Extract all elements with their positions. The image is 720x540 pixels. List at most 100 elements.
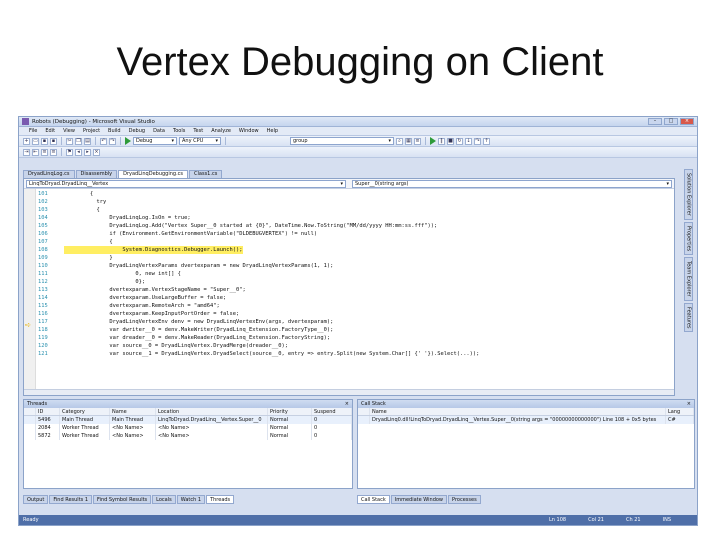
properties-icon[interactable]: ≡	[414, 137, 421, 145]
code-editor[interactable]: LinqToDryad.DryadLinq__Vertex ▾ Super__0(…	[23, 178, 675, 396]
code-line[interactable]: 102 try	[38, 198, 674, 206]
column-header[interactable]: Location	[156, 408, 268, 415]
continue-icon[interactable]	[430, 137, 436, 145]
close-button[interactable]: ×	[680, 118, 694, 125]
tab-disassembly[interactable]: Disassembly	[75, 170, 118, 178]
column-header[interactable]: ID	[36, 408, 60, 415]
step-over-icon[interactable]: ↷	[474, 137, 481, 145]
table-row[interactable]: 2084 Worker Thread <No Name> <No Name> Norma…	[24, 424, 352, 432]
code-line[interactable]: 101 {	[38, 190, 674, 198]
column-header[interactable]	[358, 408, 370, 415]
tab-watch-1[interactable]: Watch 1	[176, 495, 206, 504]
code-line[interactable]: 107 {	[38, 238, 674, 246]
code-line[interactable]: 110 DryadLinqVertexParams dvertexparam =…	[38, 262, 674, 270]
copy-icon[interactable]: ❐	[75, 137, 82, 145]
tab-properties[interactable]: Properties	[683, 221, 693, 256]
tab-output[interactable]: Output	[23, 495, 49, 504]
member-combo[interactable]: Super__0(string args) ▾	[352, 180, 672, 188]
tab-team-explorer[interactable]: Team Explorer	[683, 257, 693, 301]
tab-find-symbol-results[interactable]: Find Symbol Results	[93, 495, 152, 504]
step-out-icon[interactable]: ↑	[483, 137, 490, 145]
code-line[interactable]: 105 DryadLinqLog.Add("Vertex Super__0 st…	[38, 222, 674, 230]
cut-icon[interactable]: ✂	[66, 137, 73, 145]
break-all-icon[interactable]: ‖	[438, 137, 445, 145]
code-line[interactable]: 109 }	[38, 254, 674, 262]
menu-analyze[interactable]: Analyze	[211, 128, 231, 134]
menu-window[interactable]: Window	[239, 128, 259, 134]
code-line[interactable]: 111 0, new int[] {	[38, 270, 674, 278]
paste-icon[interactable]: ▤	[84, 137, 91, 145]
menu-data[interactable]: Data	[153, 128, 165, 134]
code-line[interactable]: 119 var dreader__0 = denv.MakeReader(Dry…	[38, 334, 674, 342]
redo-icon[interactable]: ↷	[109, 137, 116, 145]
code-line[interactable]: 112 0};	[38, 278, 674, 286]
code-line[interactable]: 117 DryadLinqVertexEnv denv = new DryadL…	[38, 318, 674, 326]
code-line[interactable]: 103 {	[38, 206, 674, 214]
tab-features[interactable]: Features	[683, 302, 693, 333]
tab-immediate-window[interactable]: Immediate Window	[390, 495, 448, 504]
minimize-button[interactable]: –	[648, 118, 662, 125]
indent-icon[interactable]: ⇥	[23, 148, 30, 156]
column-header[interactable]: Priority	[268, 408, 312, 415]
code-line[interactable]: 116 dvertexparam.KeepInputPortOrder = fa…	[38, 310, 674, 318]
column-header[interactable]: Category	[60, 408, 110, 415]
column-header[interactable]: Lang	[666, 408, 694, 415]
close-icon[interactable]: ×	[687, 400, 691, 408]
outdent-icon[interactable]: ⇤	[32, 148, 39, 156]
code-line[interactable]: 108 System.Diagnostics.Debugger.Launch()…	[38, 246, 674, 254]
save-all-icon[interactable]: ▪	[50, 137, 57, 145]
uncomment-icon[interactable]: ≡	[50, 148, 57, 156]
solution-explorer-icon[interactable]: ▦	[405, 137, 412, 145]
table-row[interactable]: 5496 Main Thread Main Thread LinqToDryad.Dr…	[24, 416, 352, 424]
tab-threads[interactable]: Threads	[206, 495, 235, 504]
find-combo[interactable]: group ▾	[290, 137, 394, 145]
menu-build[interactable]: Build	[108, 128, 121, 134]
menu-edit[interactable]: Edit	[45, 128, 55, 134]
column-header[interactable]	[24, 408, 36, 415]
bookmark-icon[interactable]: ⚑	[66, 148, 73, 156]
save-icon[interactable]: ▪	[41, 137, 48, 145]
tab-call-stack[interactable]: Call Stack	[357, 495, 390, 504]
start-debugging-icon[interactable]	[125, 137, 131, 145]
restart-icon[interactable]: ↻	[456, 137, 463, 145]
undo-icon[interactable]: ↶	[100, 137, 107, 145]
horizontal-scrollbar[interactable]	[24, 389, 674, 395]
tab-processes[interactable]: Processes	[448, 495, 481, 504]
menu-help[interactable]: Help	[267, 128, 278, 134]
menu-project[interactable]: Project	[83, 128, 100, 134]
code-line[interactable]: 113 dvertexparam.VertexStageName = "Supe…	[38, 286, 674, 294]
column-header[interactable]: Suspend	[312, 408, 352, 415]
table-row[interactable]: 5872 Worker Thread <No Name> <No Name> Norma…	[24, 432, 352, 440]
menu-file[interactable]: File	[29, 128, 37, 134]
table-row[interactable]: DryadLinq0.dll!LinqToDryad.DryadLinq__Ve…	[358, 416, 694, 424]
indicator-margin[interactable]	[24, 189, 36, 395]
column-header[interactable]: Name	[110, 408, 156, 415]
close-icon[interactable]: ×	[345, 400, 349, 408]
comment-icon[interactable]: ≡	[41, 148, 48, 156]
find-in-files-icon[interactable]: ⌕	[396, 137, 403, 145]
open-icon[interactable]: ▭	[32, 137, 39, 145]
menu-tools[interactable]: Tools	[173, 128, 185, 134]
tab-dryadlinqdebugging[interactable]: DryadLinqDebugging.cs	[118, 170, 189, 178]
code-line[interactable]: 120 var source__0 = DryadLinqVertex.Drya…	[38, 342, 674, 350]
prev-bookmark-icon[interactable]: ◂	[75, 148, 82, 156]
code-line[interactable]: 114 dvertexparam.UseLargeBuffer = false;	[38, 294, 674, 302]
tab-dryadlinqlog[interactable]: DryadLinqLog.cs	[23, 170, 75, 178]
tab-find-results-1[interactable]: Find Results 1	[49, 495, 93, 504]
new-project-icon[interactable]: +	[23, 137, 30, 145]
column-header[interactable]: Name	[370, 408, 666, 415]
code-line[interactable]: 118 var dwriter__0 = denv.MakeWriter(Dry…	[38, 326, 674, 334]
next-bookmark-icon[interactable]: ▸	[84, 148, 91, 156]
type-combo[interactable]: LinqToDryad.DryadLinq__Vertex ▾	[26, 180, 346, 188]
clear-bookmarks-icon[interactable]: ×	[93, 148, 100, 156]
platform-combo[interactable]: Any CPU ▾	[179, 137, 221, 145]
menu-view[interactable]: View	[63, 128, 75, 134]
menu-debug[interactable]: Debug	[129, 128, 145, 134]
maximize-button[interactable]: □	[664, 118, 678, 125]
step-into-icon[interactable]: ↓	[465, 137, 472, 145]
tab-locals[interactable]: Locals	[152, 495, 176, 504]
menu-test[interactable]: Test	[193, 128, 203, 134]
code-line[interactable]: 121 var source__1 = DryadLinqVertex.Drya…	[38, 350, 674, 358]
code-line[interactable]: 115 dvertexparam.RemoteArch = "amd64";	[38, 302, 674, 310]
code-line[interactable]: 106 if (Environment.GetEnvironmentVariab…	[38, 230, 674, 238]
